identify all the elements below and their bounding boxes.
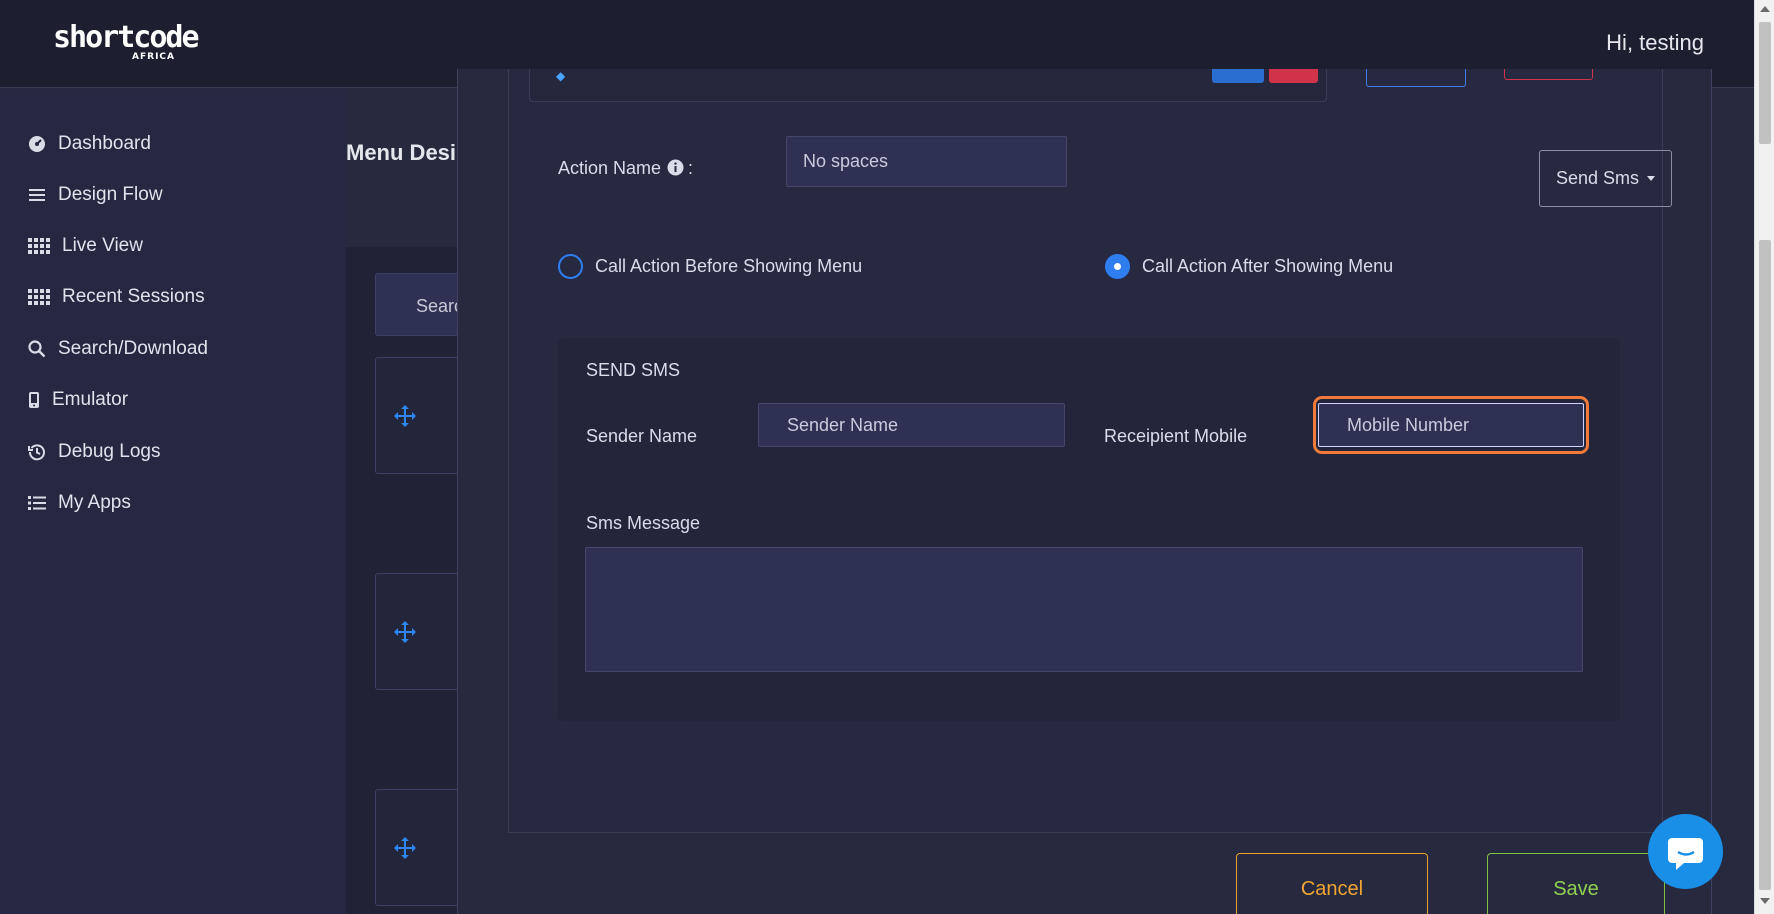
sidebar-item-label: My Apps: [58, 492, 131, 513]
menu-lines-icon: [29, 189, 45, 201]
radio-button[interactable]: [558, 254, 583, 279]
sidebar-item-search-download[interactable]: Search/Download: [28, 334, 208, 364]
sidebar-item-label: Live View: [62, 235, 143, 256]
chevron-down-icon: ◆: [556, 69, 566, 83]
recipient-mobile-input[interactable]: [1318, 403, 1584, 447]
sidebar-item-my-apps[interactable]: My Apps: [28, 488, 131, 518]
sms-message-textarea[interactable]: [585, 547, 1583, 672]
grid-icon: [28, 238, 50, 254]
caret-down-icon: [1647, 176, 1656, 181]
cancel-button[interactable]: Cancel: [1236, 853, 1428, 914]
recipient-mobile-label: Receipient Mobile: [1104, 426, 1248, 446]
sidebar-item-design-flow[interactable]: Design Flow: [28, 180, 163, 210]
sidebar-item-debug-logs[interactable]: Debug Logs: [28, 437, 160, 467]
sidebar-item-label: Dashboard: [58, 133, 151, 154]
sidebar-item-emulator[interactable]: Emulator: [28, 385, 128, 415]
list-icon: [28, 496, 46, 510]
move-icon[interactable]: [394, 405, 416, 427]
action-type-dropdown[interactable]: Send Sms: [1539, 150, 1672, 207]
history-icon: [28, 444, 45, 461]
move-icon[interactable]: [394, 621, 416, 643]
action-type-label: Send Sms: [1555, 168, 1640, 188]
dashboard-icon: [29, 136, 45, 152]
sidebar: Dashboard Design Flow Live View Recent S…: [0, 89, 346, 914]
save-button[interactable]: Save: [1487, 853, 1665, 914]
sidebar-item-label: Emulator: [52, 389, 129, 410]
scroll-thumb[interactable]: [1759, 22, 1771, 144]
radio-label: Call Action After Showing Menu: [1142, 256, 1394, 276]
logo-subtext: AFRICA: [132, 52, 175, 62]
radio-button-selected[interactable]: [1105, 254, 1130, 279]
action-modal: ◆ Action Name: Send Sms Call Action Befo…: [457, 69, 1712, 914]
radio-call-after[interactable]: Call Action After Showing Menu: [1105, 254, 1393, 279]
edit-button[interactable]: [1212, 69, 1264, 83]
action-name-input[interactable]: [786, 136, 1067, 187]
sidebar-item-label: Search/Download: [58, 338, 208, 359]
action-name-colon: :: [688, 158, 694, 178]
sidebar-item-live-view[interactable]: Live View: [28, 231, 143, 261]
page-scrollbar[interactable]: [1754, 0, 1774, 914]
user-greeting[interactable]: Hi, testing: [1606, 30, 1704, 56]
sms-section-title: SEND SMS: [586, 360, 681, 380]
sidebar-item-label: Recent Sessions: [62, 286, 205, 307]
radio-call-before[interactable]: Call Action Before Showing Menu: [558, 254, 862, 279]
previous-item-block: ◆: [529, 69, 1327, 102]
info-icon[interactable]: [667, 159, 684, 176]
delete-button[interactable]: [1269, 69, 1318, 83]
sms-message-label: Sms Message: [586, 513, 701, 533]
chat-widget-button[interactable]: [1648, 814, 1723, 889]
sidebar-item-dashboard[interactable]: Dashboard: [28, 129, 151, 159]
menu-card: [375, 573, 466, 690]
menu-card: [375, 789, 466, 906]
menu-card: [375, 357, 466, 474]
mobile-icon: [29, 392, 39, 408]
sidebar-item-recent-sessions[interactable]: Recent Sessions: [28, 282, 205, 312]
sender-name-label: Sender Name: [586, 426, 698, 446]
action-name-label: Action Name:: [558, 158, 693, 179]
outline-red-button[interactable]: [1504, 69, 1593, 80]
sidebar-item-label: Design Flow: [58, 184, 163, 205]
scroll-thumb-secondary[interactable]: [1759, 240, 1771, 890]
radio-label: Call Action Before Showing Menu: [595, 256, 863, 276]
sidebar-item-label: Debug Logs: [58, 441, 161, 462]
scroll-up-icon[interactable]: [1760, 6, 1770, 12]
menu-search-input[interactable]: Searc: [375, 273, 466, 336]
search-icon: [28, 340, 46, 358]
logo-text: shortcode: [53, 20, 200, 55]
shortcode-logo[interactable]: shortcode AFRICA: [53, 20, 200, 64]
move-icon[interactable]: [394, 837, 416, 859]
scroll-down-icon[interactable]: [1760, 898, 1770, 904]
outline-blue-button[interactable]: [1366, 69, 1466, 87]
chat-icon: [1668, 838, 1703, 870]
page-title: Menu Desi: [346, 140, 457, 165]
sender-name-input[interactable]: [758, 403, 1065, 447]
action-name-text: Action Name: [558, 158, 662, 178]
grid-icon: [28, 289, 50, 305]
